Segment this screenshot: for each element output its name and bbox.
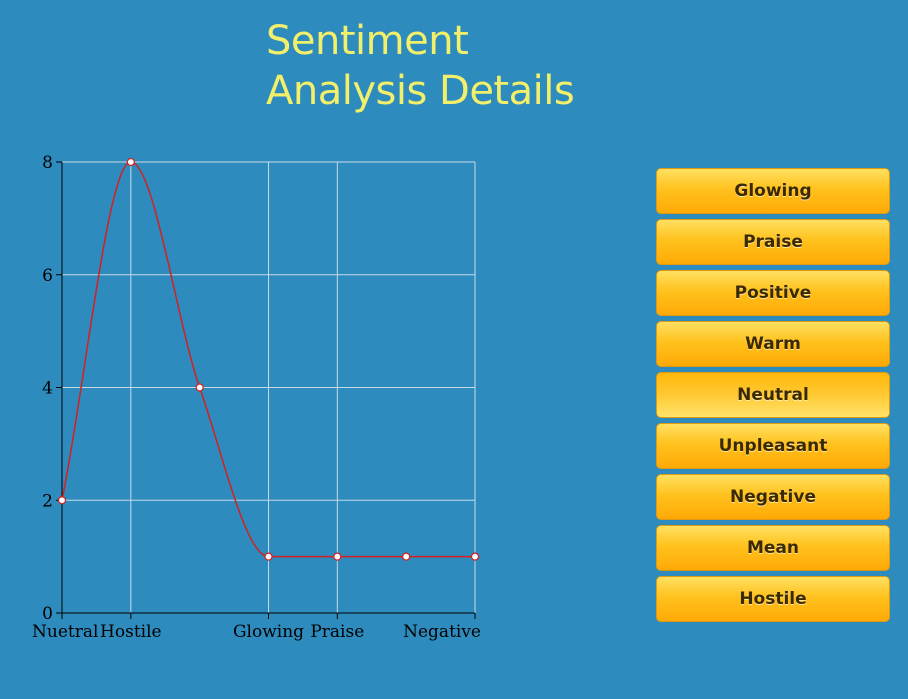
- data-point-6: [470, 552, 480, 561]
- x-tick-label: Negative: [403, 622, 481, 642]
- sentiment-line-chart: 0 2 4 6 8 Nuetral Hostile Glowing Praise Negative: [32, 153, 481, 642]
- y-tick-label: 4: [42, 379, 53, 399]
- glowing-button[interactable]: Glowing: [656, 168, 890, 214]
- x-tick-label: Glowing: [233, 622, 304, 642]
- sentiment-button-list: Glowing Praise Positive Warm Neutral Unp…: [656, 168, 890, 627]
- y-tick-label: 8: [42, 153, 53, 173]
- data-point-0: [57, 496, 67, 505]
- data-point-4: [333, 552, 342, 561]
- praise-button[interactable]: Praise: [656, 219, 890, 265]
- y-tick-label: 0: [42, 604, 53, 624]
- data-point-2: [195, 383, 204, 392]
- y-tick-label: 2: [42, 491, 53, 511]
- warm-button[interactable]: Warm: [656, 321, 890, 367]
- data-point-1: [126, 157, 135, 167]
- x-tick-label: Praise: [310, 622, 364, 642]
- unpleasant-button[interactable]: Unpleasant: [656, 423, 890, 469]
- negative-button[interactable]: Negative: [656, 474, 890, 520]
- x-tick-label: Nuetral: [32, 622, 98, 642]
- neutral-button[interactable]: Neutral: [656, 372, 890, 418]
- hostile-button[interactable]: Hostile: [656, 576, 890, 622]
- mean-button[interactable]: Mean: [656, 525, 890, 571]
- data-point-5: [402, 552, 411, 561]
- data-point-3: [264, 552, 273, 561]
- x-tick-label: Hostile: [100, 622, 162, 642]
- y-tick-label: 6: [42, 266, 53, 286]
- positive-button[interactable]: Positive: [656, 270, 890, 316]
